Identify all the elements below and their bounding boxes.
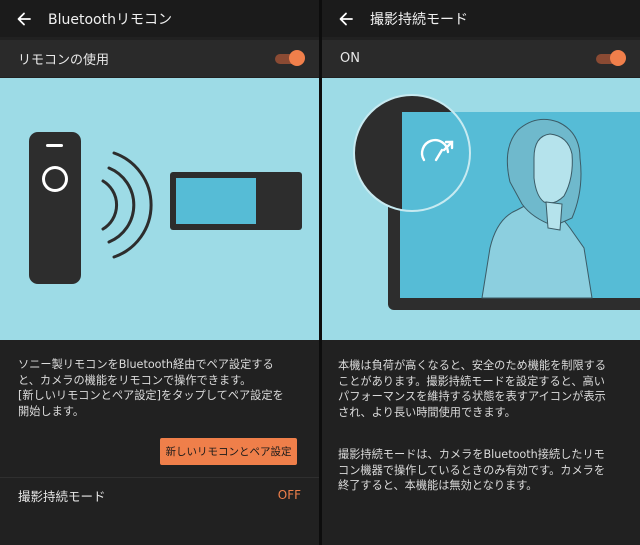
pair-new-remote-button[interactable]: 新しいリモコンとペア設定 xyxy=(160,438,297,465)
continuous-mode-description: 本機は負荷が高くなると、安全のため機能を制限する ことがあります。撮影持続モード… xyxy=(338,359,607,419)
remote-usage-row[interactable]: リモコンの使用 xyxy=(0,40,319,77)
continuous-mode-note: 撮影持続モードは、カメラをBluetooth接続したリモ コン機器で操作している… xyxy=(338,448,606,492)
remote-usage-toggle[interactable] xyxy=(275,49,305,66)
back-arrow-icon[interactable] xyxy=(338,11,354,27)
continuous-mode-value: OFF xyxy=(277,488,301,502)
on-label: ON xyxy=(340,51,360,66)
remote-control-icon xyxy=(29,132,81,284)
continuous-mode-toggle[interactable] xyxy=(596,49,626,66)
continuous-mode-row[interactable]: 撮影持続モード OFF xyxy=(0,477,319,512)
signal-waves-icon xyxy=(101,151,153,259)
back-arrow-icon[interactable] xyxy=(16,11,32,27)
continuous-shooting-panel: 撮影持続モード ON 本機は負荷が高くなると、安全のため機能を制限する ことがあ… xyxy=(322,0,640,545)
app-bar: Bluetoothリモコン xyxy=(0,0,319,37)
remote-description: ソニー製リモコンをBluetooth経由でペア設定する と、カメラの機能をリモコ… xyxy=(18,358,284,418)
app-bar: 撮影持続モード xyxy=(322,0,640,37)
remote-illustration xyxy=(0,78,319,340)
bluetooth-remote-panel: Bluetoothリモコン リモコンの使用 ソニー製リモコンをBluetooth… xyxy=(0,0,319,545)
remote-usage-label: リモコンの使用 xyxy=(18,53,110,68)
page-title: 撮影持続モード xyxy=(370,11,468,28)
performance-illustration xyxy=(322,78,640,340)
continuous-mode-label: 撮影持続モード xyxy=(18,488,106,504)
continuous-mode-toggle-row[interactable]: ON xyxy=(322,40,640,77)
phone-device-icon xyxy=(170,172,302,230)
page-title: Bluetoothリモコン xyxy=(48,11,172,28)
